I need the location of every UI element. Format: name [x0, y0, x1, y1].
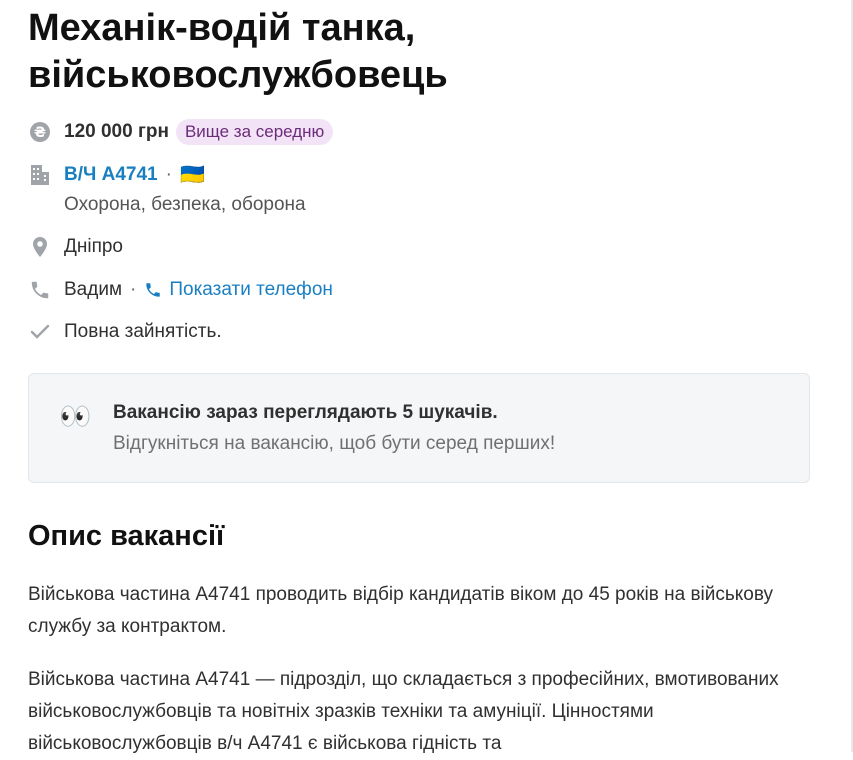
salary-badge: Вище за середню: [175, 119, 334, 145]
industry-text: Охорона, безпека, оборона: [64, 194, 306, 215]
location-pin-icon: [28, 235, 52, 259]
vacancy-page: Механік-водій танка, військовослужбовець…: [28, 0, 812, 754]
show-phone-link[interactable]: Показати телефон: [169, 279, 333, 301]
separator-dot: ·: [165, 163, 172, 185]
company-link[interactable]: В/Ч А4741: [64, 164, 158, 186]
company-row: В/Ч А4741 · 🇺🇦: [28, 162, 205, 187]
salary-value: 120 000 грн: [64, 121, 169, 142]
contact-name: Вадим: [64, 279, 123, 300]
phone-icon: [28, 278, 52, 302]
phone-link-icon: [144, 281, 162, 299]
notice-title: Вакансію зараз переглядають 5 шукачів.: [113, 402, 498, 423]
employment-text: Повна зайнятість.: [64, 321, 222, 342]
eyes-icon: 👀: [59, 401, 92, 431]
ukraine-flag-icon: 🇺🇦: [179, 164, 205, 186]
vacancy-title: Механік-водій танка, військовослужбовець: [28, 7, 448, 96]
description-paragraph: Військова частина А4741 — підрозділ, що …: [28, 669, 779, 754]
description-heading: Опис вакансії: [28, 520, 225, 552]
description-paragraph: Військова частина А4741 проводить відбір…: [28, 584, 774, 637]
svg-text:₴: ₴: [34, 125, 46, 141]
building-icon: [28, 163, 52, 187]
checkmark-icon: [28, 320, 52, 344]
hryvnia-icon: ₴: [28, 120, 52, 144]
city-row: Дніпро: [28, 235, 123, 259]
notice-text: Відгукніться на вакансію, щоб бути серед…: [113, 433, 556, 454]
contact-row: Вадим · Показати телефон: [28, 278, 333, 302]
city-text: Дніпро: [64, 236, 124, 257]
employment-row: Повна зайнятість.: [28, 320, 222, 344]
viewers-notice: 👀 Вакансію зараз переглядають 5 шукачів.…: [28, 373, 810, 483]
salary-row: ₴ 120 000 грн Вище за середню: [28, 119, 334, 145]
separator-dot: ·: [130, 279, 137, 300]
